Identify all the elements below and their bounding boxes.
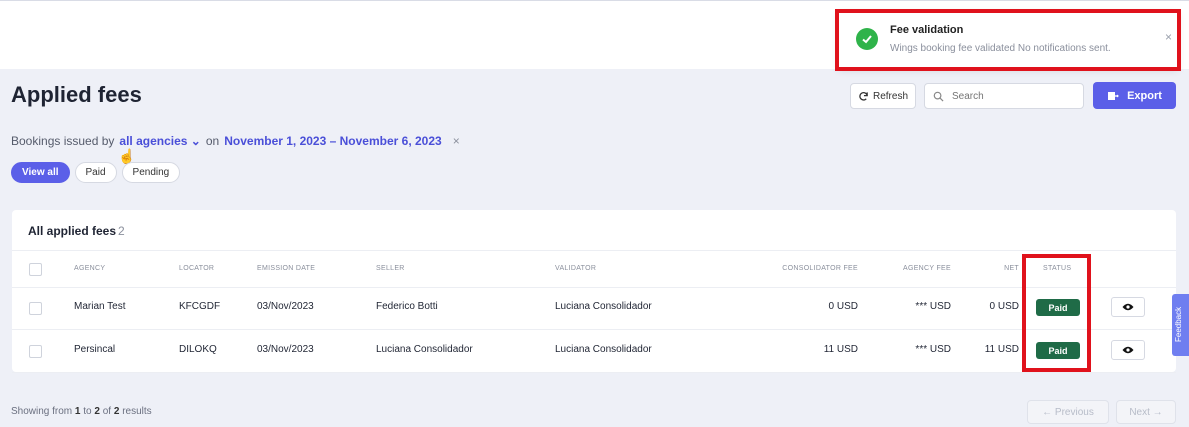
check-circle-icon	[856, 28, 878, 50]
pill-view-all[interactable]: View all	[11, 162, 70, 183]
row-checkbox[interactable]	[29, 302, 42, 315]
filter-summary: Bookings issued by all agencies ⌄ on Nov…	[11, 134, 460, 148]
cell-agency-fee: *** USD	[915, 301, 951, 312]
pill-paid[interactable]: Paid	[74, 162, 117, 183]
toast-message: Wings booking fee validated No notificat…	[890, 43, 1111, 54]
agency-filter-label: all agencies	[119, 134, 188, 148]
cell-consolidator-fee: 0 USD	[828, 301, 858, 312]
table-count: 2	[118, 224, 125, 238]
cell-validator: Luciana Consolidador	[555, 344, 652, 355]
page-title: Applied fees	[11, 82, 142, 107]
cell-agency: Persincal	[74, 344, 116, 355]
refresh-label: Refresh	[872, 90, 908, 102]
cell-seller: Federico Botti	[376, 301, 438, 312]
results-to-word: to	[83, 406, 92, 417]
filter-prefix: Bookings issued by	[11, 134, 115, 148]
export-label: Export	[1127, 89, 1162, 102]
feedback-tab[interactable]: Feedback	[1172, 294, 1189, 356]
fees-table-card: All applied fees 2 AGENCY LOCATOR EMISSIO…	[12, 210, 1176, 373]
results-total: 2	[113, 406, 120, 417]
cell-agency: Marian Test	[74, 301, 126, 312]
chevron-down-icon: ⌄	[190, 134, 201, 148]
col-status[interactable]: STATUS	[1043, 265, 1071, 272]
pill-pending[interactable]: Pending	[121, 162, 181, 183]
cell-net: 0 USD	[989, 301, 1019, 312]
status-badge: Paid	[1036, 299, 1080, 316]
agency-filter-dropdown[interactable]: all agencies ⌄	[119, 134, 200, 148]
results-prefix: Showing from	[11, 406, 73, 417]
table-header: AGENCY LOCATOR EMISSION DATE SELLER VALI…	[12, 250, 1176, 288]
col-validator[interactable]: VALIDATOR	[555, 265, 596, 272]
table-row: Marian Test KFCGDF 03/Nov/2023 Federico …	[12, 287, 1176, 330]
results-summary: Showing from 1 to 2 of 2 results	[11, 406, 152, 417]
cell-locator: KFCGDF	[179, 301, 221, 312]
view-button[interactable]	[1111, 297, 1145, 317]
cell-seller: Luciana Consolidador	[376, 344, 473, 355]
cell-agency-fee: *** USD	[915, 344, 951, 355]
export-icon	[1108, 91, 1119, 100]
col-consolidator-fee[interactable]: CONSOLIDATOR FEE	[782, 265, 858, 272]
results-of-word: of	[102, 406, 112, 417]
toast-notification: Fee validation Wings booking fee validat…	[838, 12, 1178, 68]
clear-filter-icon[interactable]: ×	[453, 134, 460, 148]
cell-emission-date: 03/Nov/2023	[257, 301, 314, 312]
eye-icon	[1122, 346, 1134, 354]
col-seller[interactable]: SELLER	[376, 265, 405, 272]
status-filter-pills: View all Paid Pending	[11, 162, 181, 183]
table-title: All applied fees 2	[28, 224, 125, 238]
cell-locator: DILOKQ	[179, 344, 217, 355]
results-from: 1	[74, 406, 81, 417]
cell-net: 11 USD	[984, 344, 1019, 355]
col-agency-fee[interactable]: AGENCY FEE	[903, 265, 951, 272]
search-icon	[933, 91, 944, 102]
search-input[interactable]	[950, 89, 1074, 103]
results-suffix: results	[122, 406, 152, 417]
date-range-filter[interactable]: November 1, 2023 – November 6, 2023	[224, 134, 441, 148]
refresh-button[interactable]: Refresh	[850, 83, 916, 109]
export-button[interactable]: Export	[1093, 82, 1176, 109]
col-net[interactable]: NET	[1004, 265, 1019, 272]
col-locator[interactable]: LOCATOR	[179, 265, 214, 272]
toast-close-icon[interactable]: ×	[1165, 30, 1172, 44]
view-button[interactable]	[1111, 340, 1145, 360]
table-row: Persincal DILOKQ 03/Nov/2023 Luciana Con…	[12, 330, 1176, 373]
select-all-checkbox[interactable]	[29, 263, 42, 276]
eye-icon	[1122, 303, 1134, 311]
toast-title: Fee validation	[890, 24, 964, 36]
search-box[interactable]	[924, 83, 1084, 109]
row-checkbox[interactable]	[29, 345, 42, 358]
table-title-label: All applied fees	[28, 224, 117, 238]
filter-on: on	[205, 134, 220, 148]
cell-emission-date: 03/Nov/2023	[257, 344, 314, 355]
refresh-icon	[859, 91, 868, 101]
status-badge: Paid	[1036, 342, 1080, 359]
cell-consolidator-fee: 11 USD	[823, 344, 858, 355]
cell-validator: Luciana Consolidador	[555, 301, 652, 312]
feedback-label: Feedback	[1174, 306, 1183, 342]
previous-page-button[interactable]: ← Previous	[1027, 400, 1109, 424]
results-to: 2	[94, 406, 100, 417]
next-page-button[interactable]: Next →	[1116, 400, 1176, 424]
col-agency[interactable]: AGENCY	[74, 265, 105, 272]
col-emission-date[interactable]: EMISSION DATE	[257, 265, 315, 272]
